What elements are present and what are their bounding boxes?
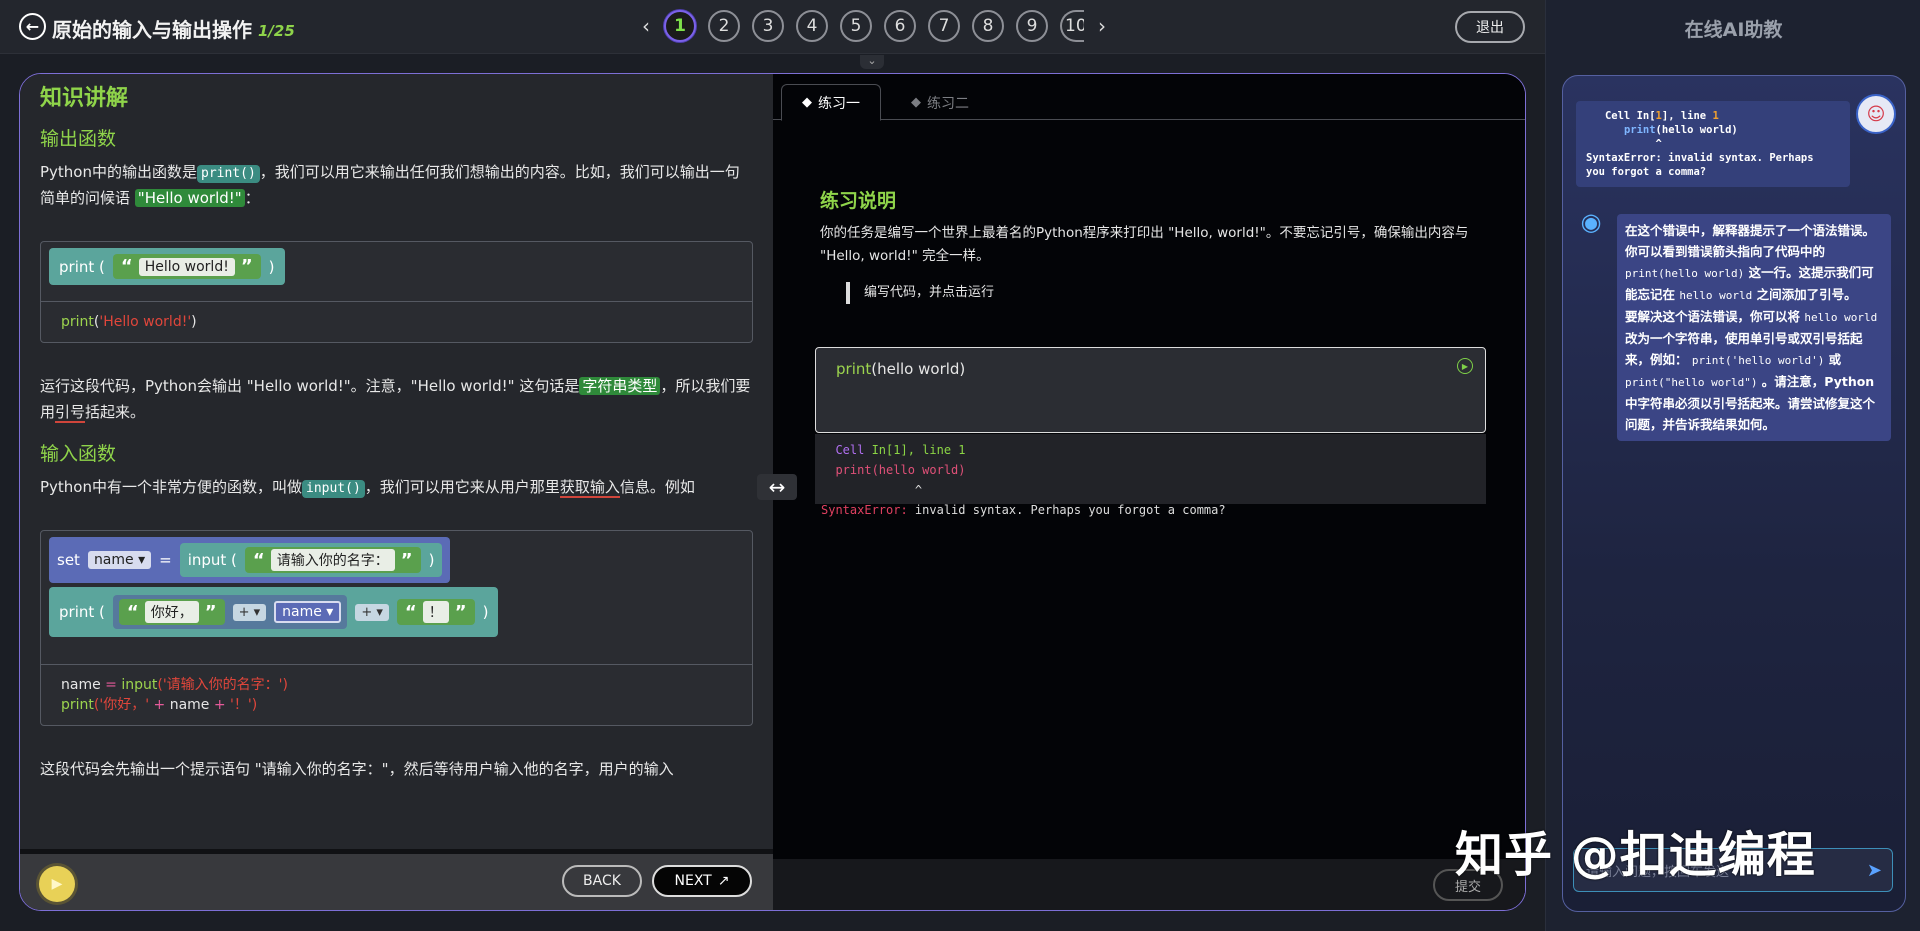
- code-line-2: print('你好，' + name + '！'): [61, 697, 258, 713]
- page-10[interactable]: 10: [1060, 10, 1084, 42]
- var-dropdown-2[interactable]: name ▾: [274, 601, 342, 623]
- prompt-text[interactable]: 请输入你的名字：: [270, 549, 395, 571]
- exercise-panel: ◆ 练习一 ◆ 练习二 练习说明 你的任务是编写一个世界上最着名的Python程…: [773, 74, 1525, 910]
- page-1[interactable]: 1: [664, 10, 696, 42]
- watermark: 知乎 @扣迪编程: [1455, 827, 1816, 883]
- output-paragraph-1: Python中的输出函数是 print() ，我们可以用它来输出任何我们想输出的内容…: [40, 163, 740, 207]
- exercise-footer: 提交: [773, 859, 1525, 910]
- input-example-box: set name ▾ = input ( “ 请输入你的名字： ” ) prin…: [40, 530, 753, 726]
- assistant-message: 在这个错误中，解释器提示了一个语法错误。你可以看到错误箭头指向了代码中的 pri…: [1617, 214, 1891, 441]
- pager-next-icon[interactable]: ›: [1096, 14, 1108, 38]
- page-3[interactable]: 3: [752, 10, 784, 42]
- hello-highlight: "Hello world!": [134, 189, 245, 207]
- lesson-progress: 1/25: [258, 22, 295, 40]
- lesson-content[interactable]: 知识讲解 输出函数 Python中的输出函数是 print() ，我们可以用它来输出…: [20, 74, 773, 849]
- join-block[interactable]: “ 你好， ” + ▾ name ▾: [112, 595, 348, 629]
- input-block-area: set name ▾ = input ( “ 请输入你的名字： ” ) prin…: [41, 531, 752, 665]
- get-input-underline: 获取输入: [559, 478, 620, 498]
- page-4[interactable]: 4: [796, 10, 828, 42]
- var-dropdown[interactable]: name ▾: [87, 551, 152, 569]
- send-icon[interactable]: ➤: [1867, 860, 1882, 881]
- page-9[interactable]: 9: [1016, 10, 1048, 42]
- pager-prev-icon[interactable]: ‹: [640, 14, 652, 38]
- page-5[interactable]: 5: [840, 10, 872, 42]
- python-icon: ◆: [911, 95, 921, 110]
- page-2[interactable]: 2: [708, 10, 740, 42]
- greet-string-block[interactable]: “ 你好， ”: [118, 599, 225, 625]
- tab-exercise-1[interactable]: ◆ 练习一: [781, 84, 881, 121]
- resize-handle-icon[interactable]: ↔: [757, 474, 797, 500]
- robot-avatar-icon: ◉: [1580, 208, 1602, 236]
- print-code-chip: print(): [197, 165, 260, 183]
- quotes-underline: 引号: [55, 403, 86, 423]
- exercise-description: 你的任务是编写一个世界上最着名的Python程序来打印出 "Hello, wor…: [820, 225, 1469, 264]
- ai-assistant-panel: 在线AI助教 Cell In[1], line 1 print(hello wo…: [1545, 0, 1920, 931]
- plus-dropdown[interactable]: + ▾: [232, 603, 267, 621]
- exercise-title: 练习说明: [820, 190, 897, 212]
- print-block-area: print ( “ Hello world! ” ): [41, 242, 752, 302]
- code-editor[interactable]: print(hello world) ▶: [815, 347, 1486, 433]
- input-paragraph-2: 这段代码会先输出一个提示语句 "请输入你的名字："，然后等待用户输入他的名字，用…: [40, 760, 674, 778]
- next-button[interactable]: NEXT ↗: [652, 865, 752, 897]
- print-example-box: print ( “ Hello world! ” ) print('Hello …: [40, 241, 753, 343]
- string-type-highlight: 字符串类型: [579, 377, 661, 395]
- output-heading: 输出函数: [40, 128, 117, 150]
- page-7[interactable]: 7: [928, 10, 960, 42]
- excl-string-block[interactable]: “ ！ ”: [396, 599, 475, 625]
- assistant-title: 在线AI助教: [1684, 19, 1783, 41]
- page-8[interactable]: 8: [972, 10, 1004, 42]
- input-paragraph-1: Python中有一个非常方便的函数，叫做 input() ，我们可以用它来从用户那里…: [40, 478, 695, 498]
- app-root: ← 原始的输入与输出操作 1/25 ‹ 1 2 3 4 5 6 7 8 9 10…: [0, 0, 1920, 931]
- python-icon: ◆: [802, 95, 812, 110]
- main-frame: 知识讲解 输出函数 Python中的输出函数是 print() ，我们可以用它来输出…: [19, 73, 1526, 911]
- print-block[interactable]: print ( “ Hello world! ” ): [49, 248, 285, 285]
- input-block[interactable]: input ( “ 请输入你的名字： ” ): [179, 543, 443, 577]
- exit-button[interactable]: 退出: [1455, 11, 1525, 43]
- string-block-text[interactable]: Hello world!: [138, 257, 235, 276]
- string-block[interactable]: “ Hello world! ”: [112, 254, 261, 279]
- greet-text[interactable]: 你好，: [144, 601, 199, 623]
- lesson-heading: 知识讲解: [40, 86, 129, 111]
- user-avatar: ☺: [1856, 94, 1896, 134]
- input-heading: 输入函数: [40, 443, 117, 465]
- back-button[interactable]: BACK: [562, 865, 642, 897]
- back-arrow-icon[interactable]: ←: [19, 13, 46, 40]
- lesson-footer: ▶ BACK NEXT ↗: [20, 849, 773, 910]
- input-code-chip: input(): [302, 480, 365, 498]
- user-message: Cell In[1], line 1 print(hello world) ^ …: [1576, 101, 1850, 187]
- print-join-block[interactable]: print ( “ 你好， ” + ▾ name ▾ + ▾ “ ！ ”): [49, 587, 499, 637]
- page-6[interactable]: 6: [884, 10, 916, 42]
- input-code-area: name = input('请输入你的名字：') print('你好，' + n…: [41, 665, 752, 725]
- arrow-up-right-icon: ↗: [717, 873, 730, 889]
- output-console: Cell In[1], line 1 print(hello world) ^ …: [815, 434, 1486, 517]
- print-code-area: print('Hello world!'): [61, 314, 197, 330]
- page-navigator: ‹ 1 2 3 4 5 6 7 8 9 10 ›: [640, 10, 1108, 42]
- prompt-string-block[interactable]: “ 请输入你的名字： ”: [244, 547, 421, 573]
- excl-text[interactable]: ！: [422, 601, 449, 623]
- chat-panel: Cell In[1], line 1 print(hello world) ^ …: [1562, 75, 1906, 912]
- plus-dropdown-2[interactable]: + ▾: [355, 603, 389, 621]
- run-icon[interactable]: ▶: [1457, 358, 1473, 374]
- output-paragraph-2: 运行这段代码，Python会输出 "Hello world!"。注意，"Hell…: [40, 377, 751, 423]
- lesson-panel: 知识讲解 输出函数 Python中的输出函数是 print() ，我们可以用它来输出…: [20, 74, 773, 910]
- exercise-step: 编写代码，并点击运行: [846, 282, 994, 304]
- code-line-1: name = input('请输入你的名字：'): [61, 677, 288, 693]
- exercise-tabs: ◆ 练习一 ◆ 练习二: [773, 84, 1525, 121]
- lesson-title: 原始的输入与输出操作: [52, 18, 252, 42]
- play-icon[interactable]: ▶: [39, 866, 75, 902]
- set-block[interactable]: set name ▾ = input ( “ 请输入你的名字： ” ): [49, 537, 451, 583]
- chevron-down-icon[interactable]: ⌄: [860, 55, 884, 69]
- top-bar: ← 原始的输入与输出操作 1/25 ‹ 1 2 3 4 5 6 7 8 9 10…: [0, 0, 1545, 54]
- tab-exercise-2[interactable]: ◆ 练习二: [891, 84, 989, 121]
